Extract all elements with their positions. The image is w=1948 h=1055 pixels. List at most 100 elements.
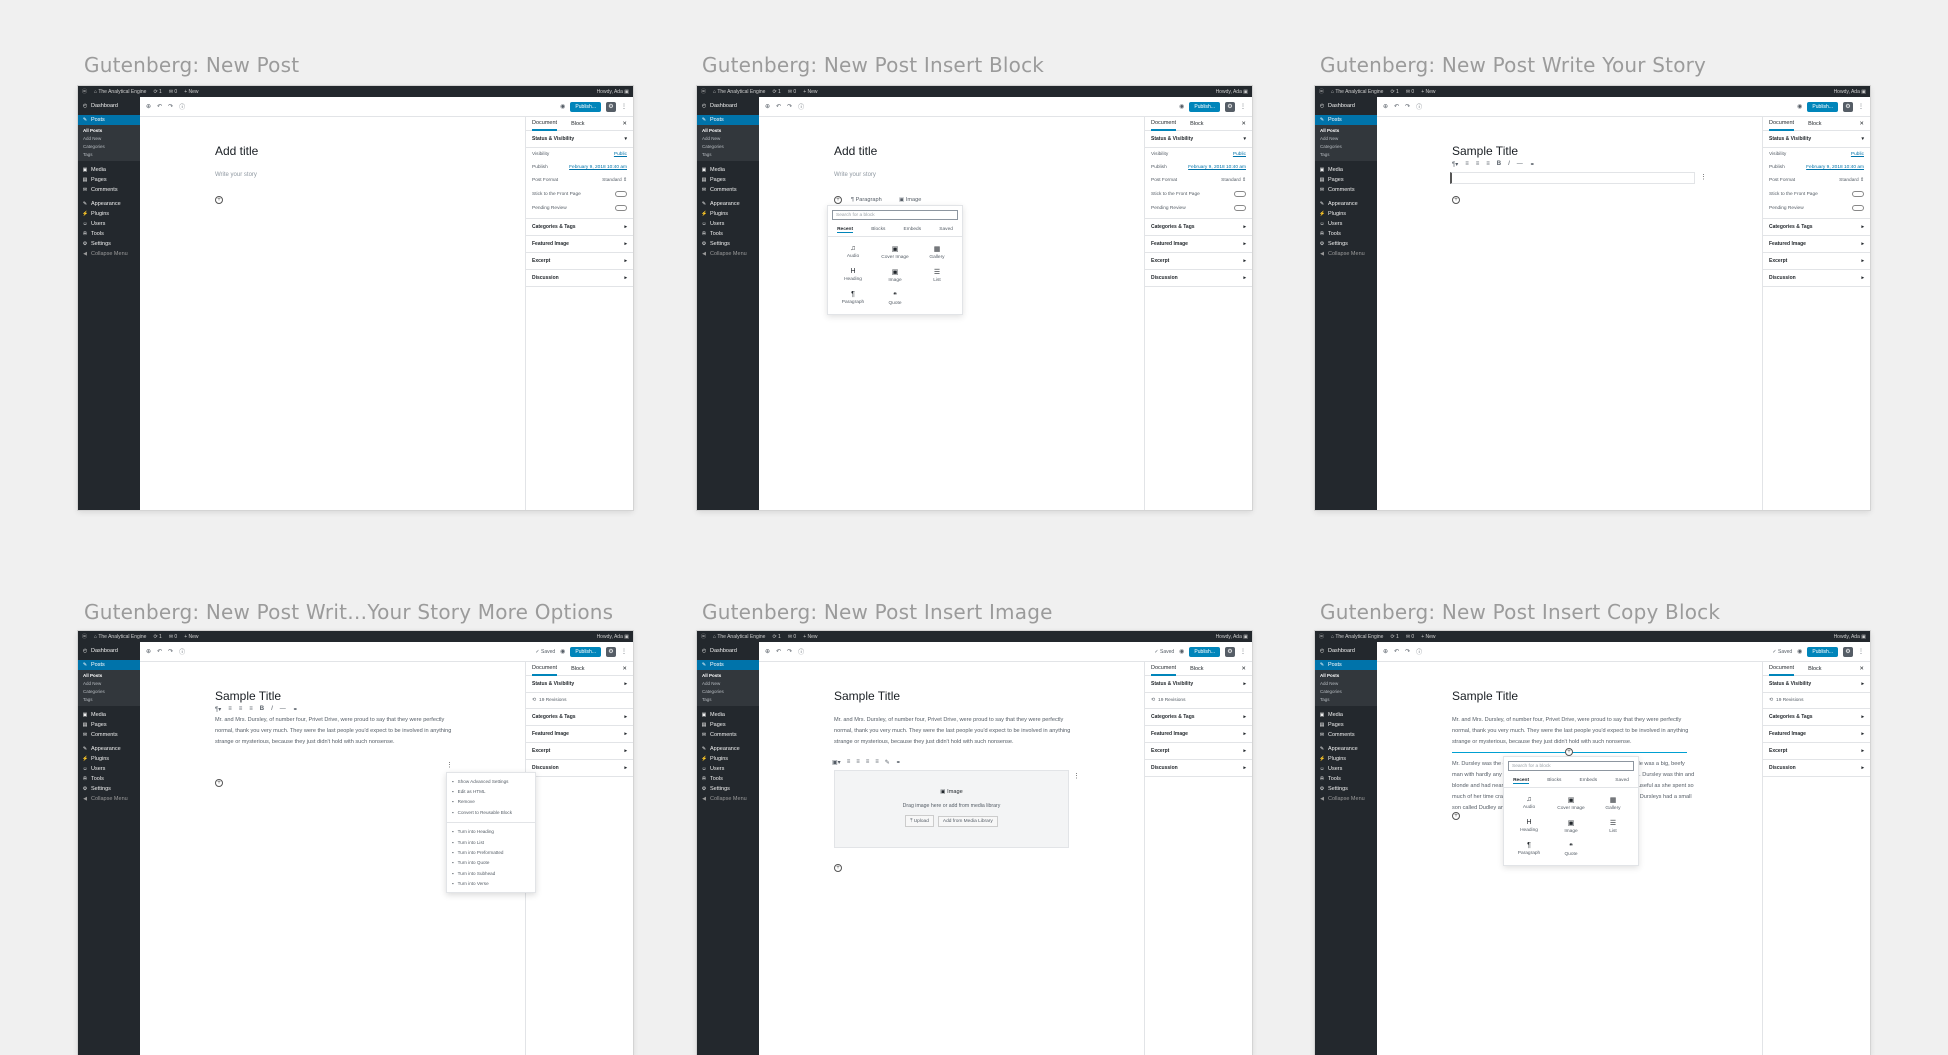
paragraph-type-icon[interactable]: ¶▾ (215, 706, 221, 713)
sidebar-item-posts[interactable]: ✎ Posts (78, 115, 140, 125)
stick-front-toggle[interactable] (1852, 191, 1864, 197)
block-image[interactable]: ▣ Image (1550, 819, 1592, 834)
panel-discussion[interactable]: Discussion ▸ (1145, 270, 1252, 287)
stick-front-toggle[interactable] (615, 191, 627, 197)
submenu-categories[interactable]: Categories (697, 688, 759, 696)
revisions-row[interactable]: ⟲ 19 Revisions (526, 693, 633, 709)
sidebar-item-dashboard[interactable]: ◴ Dashboard (78, 101, 140, 111)
sidebar-item-plugins[interactable]: ⚡ Plugins (697, 754, 759, 764)
block-audio[interactable]: ♫ Audio (832, 245, 874, 260)
publish-button[interactable]: Publish... (1807, 646, 1838, 657)
menu-item[interactable]: ▪ Turn into Preformatted (447, 847, 535, 857)
sidebar-item-plugins[interactable]: ⚡ Plugins (78, 754, 140, 764)
sidebar-collapse-menu[interactable]: ◀ Collapse Menu (78, 794, 140, 804)
sidebar-item-pages[interactable]: ▤ Pages (1315, 720, 1377, 730)
sidebar-item-comments[interactable]: ✉ Comments (78, 730, 140, 740)
align-right-icon[interactable]: ≡ (866, 759, 870, 766)
add-block-icon[interactable]: ⊕ (765, 103, 770, 110)
pending-review-toggle[interactable] (1234, 205, 1246, 211)
sidebar-item-settings[interactable]: ⚙ Settings (697, 239, 759, 249)
submenu-all-posts[interactable]: All Posts (697, 127, 759, 135)
panel-featured-image[interactable]: Featured Image ▸ (1145, 236, 1252, 253)
tab-document[interactable]: Document (1151, 662, 1177, 676)
submenu-all-posts[interactable]: All Posts (697, 672, 759, 680)
align-right-icon[interactable]: ≡ (249, 706, 253, 713)
publish-button[interactable]: Publish... (1189, 646, 1220, 657)
panel-excerpt[interactable]: Excerpt ▸ (1145, 743, 1252, 760)
quick-block-image[interactable]: ▣ Image (899, 197, 921, 203)
submenu-categories[interactable]: Categories (1315, 143, 1377, 151)
undo-icon[interactable]: ↶ (776, 648, 781, 655)
preview-eye-icon[interactable]: ◉ (1797, 648, 1802, 655)
add-block-icon[interactable]: + (215, 779, 223, 787)
site-name-link[interactable]: ⌂ The Analytical Engine (94, 634, 146, 640)
new-content-link[interactable]: + New (184, 89, 198, 95)
link-icon[interactable]: ⚭ (896, 759, 901, 766)
tab-document[interactable]: Document (1769, 662, 1795, 676)
sidebar-item-plugins[interactable]: ⚡ Plugins (1315, 209, 1377, 219)
italic-icon[interactable]: I (1508, 161, 1510, 168)
redo-icon[interactable]: ↷ (787, 103, 792, 110)
post-format-select[interactable]: Standard ⇕ (1839, 178, 1864, 183)
sidebar-item-tools[interactable]: ✇ Tools (78, 229, 140, 239)
panel-status-visibility[interactable]: Status & Visibility ▾ (1145, 131, 1252, 148)
tab-block[interactable]: Block (571, 121, 584, 127)
align-center-icon[interactable]: ≡ (856, 759, 860, 766)
gear-icon[interactable]: ⚙ (606, 646, 616, 657)
wordpress-logo-icon[interactable]: ⓦ (701, 633, 706, 640)
comments-link[interactable]: ✉ 0 (169, 89, 177, 95)
sidebar-item-media[interactable]: ▣ Media (78, 165, 140, 175)
panel-status-visibility[interactable]: Status & Visibility ▾ (526, 131, 633, 148)
block-search-input[interactable]: Search for a block (1508, 761, 1634, 771)
align-wide-icon[interactable]: ≡ (875, 759, 879, 766)
block-list[interactable]: ☰ List (916, 268, 958, 283)
preview-eye-icon[interactable]: ◉ (560, 103, 565, 110)
add-block-icon[interactable]: + (215, 196, 223, 204)
revisions-row[interactable]: ⟲ 19 Revisions (1763, 693, 1870, 709)
tab-block[interactable]: Block (1808, 666, 1821, 672)
post-title-field[interactable]: Add title (215, 144, 258, 158)
inserter-tab-saved[interactable]: Saved (939, 227, 953, 233)
more-vertical-icon[interactable]: ⋮ (1858, 103, 1864, 110)
sidebar-item-tools[interactable]: ✇ Tools (697, 774, 759, 784)
menu-item[interactable]: ▪ Turn into Quote (447, 858, 535, 868)
inserter-tab-blocks[interactable]: Blocks (1547, 778, 1561, 784)
bold-icon[interactable]: B (1497, 161, 1501, 168)
site-name-link[interactable]: ⌂ The Analytical Engine (1331, 634, 1383, 640)
sidebar-item-dashboard[interactable]: ◴ Dashboard (1315, 101, 1377, 111)
panel-featured-image[interactable]: Featured Image ▸ (1763, 236, 1870, 253)
panel-featured-image[interactable]: Featured Image ▸ (526, 236, 633, 253)
panel-status-visibility[interactable]: Status & Visibility ▾ (1763, 131, 1870, 148)
tab-block[interactable]: Block (1190, 121, 1203, 127)
block-search-input[interactable]: Search for a block (832, 210, 958, 220)
submenu-categories[interactable]: Categories (78, 143, 140, 151)
insert-between-icon[interactable]: + (1565, 748, 1573, 756)
sidebar-item-tools[interactable]: ✇ Tools (78, 774, 140, 784)
wordpress-logo-icon[interactable]: ⓦ (701, 88, 706, 95)
sidebar-collapse-menu[interactable]: ◀ Collapse Menu (697, 249, 759, 259)
sidebar-item-users[interactable]: ☺ Users (78, 764, 140, 774)
publish-date[interactable]: February 9, 2018 10:40 am (569, 165, 627, 170)
sidebar-item-plugins[interactable]: ⚡ Plugins (697, 209, 759, 219)
sidebar-item-users[interactable]: ☺ Users (697, 764, 759, 774)
updates-link[interactable]: ⟳ 1 (1390, 89, 1398, 95)
howdy-user[interactable]: Howdy, Ada ▣ (597, 89, 629, 95)
pending-review-toggle[interactable] (615, 205, 627, 211)
sidebar-item-appearance[interactable]: ✎ Appearance (697, 199, 759, 209)
redo-icon[interactable]: ↷ (1405, 103, 1410, 110)
panel-discussion[interactable]: Discussion ▸ (1763, 760, 1870, 777)
quick-block-paragraph[interactable]: ¶ Paragraph (851, 197, 882, 203)
tab-document[interactable]: Document (532, 662, 558, 676)
submenu-add-new[interactable]: Add New (1315, 680, 1377, 688)
empty-paragraph-block[interactable] (1450, 172, 1695, 184)
sidebar-item-users[interactable]: ☺ Users (78, 219, 140, 229)
panel-status-visibility[interactable]: Status & Visibility ▸ (526, 676, 633, 693)
panel-categories-tags[interactable]: Categories & Tags ▸ (1763, 219, 1870, 236)
block-paragraph[interactable]: ¶ Paragraph (832, 291, 874, 306)
align-right-icon[interactable]: ≡ (1486, 161, 1490, 168)
redo-icon[interactable]: ↷ (1405, 648, 1410, 655)
post-title-field[interactable]: Sample Title (1452, 689, 1518, 703)
sidebar-item-posts[interactable]: ✎ Posts (697, 660, 759, 670)
post-title-field[interactable]: Sample Title (834, 689, 900, 703)
wordpress-logo-icon[interactable]: ⓦ (82, 633, 87, 640)
